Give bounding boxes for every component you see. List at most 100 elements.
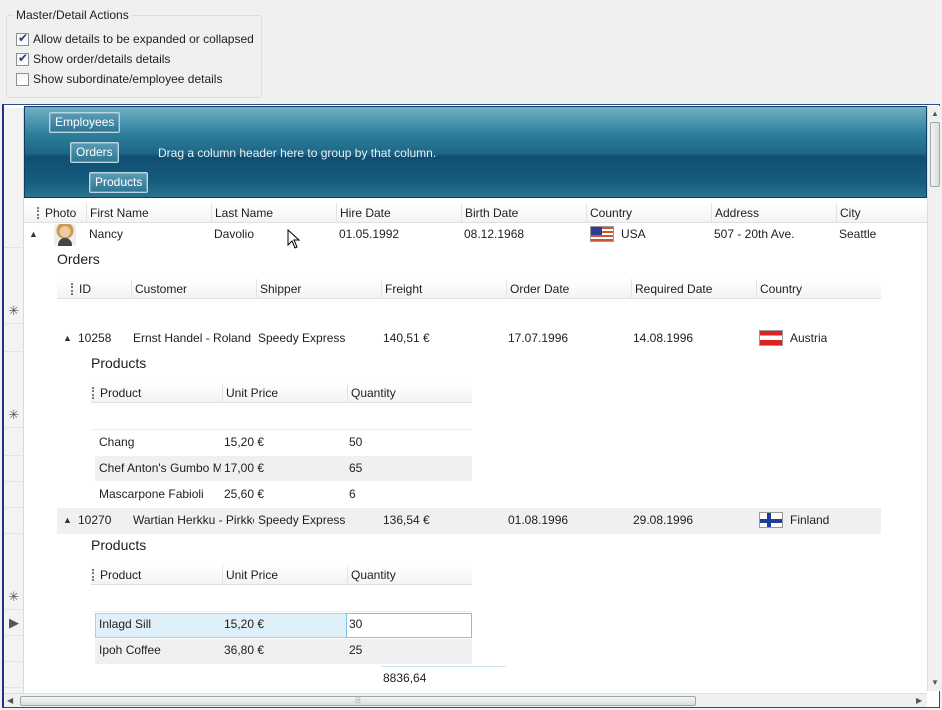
new-row-asterisk-icon[interactable]: ✳ <box>4 584 24 610</box>
show-order-details-checkbox[interactable]: Show order/details details <box>16 51 170 67</box>
employee-city[interactable]: Seattle <box>839 227 876 241</box>
order-required-date[interactable]: 14.08.1996 <box>633 331 693 345</box>
group-title: Master/Detail Actions <box>14 8 131 22</box>
product-name[interactable]: Chang <box>99 435 134 449</box>
collapse-caret-icon[interactable]: ▲ <box>63 515 72 525</box>
column-header-product[interactable]: Product <box>97 565 222 585</box>
column-grip-icon[interactable] <box>37 207 39 219</box>
column-header-product[interactable]: Product <box>97 383 222 403</box>
column-grip-icon[interactable] <box>92 569 94 581</box>
product-unit-price[interactable]: 15,20 € <box>224 435 264 449</box>
product-quantity[interactable]: 50 <box>349 435 362 449</box>
scroll-right-arrow-icon[interactable]: ▶ <box>916 696 922 705</box>
order-date[interactable]: 17.07.1996 <box>508 331 568 345</box>
collapse-caret-icon[interactable]: ▲ <box>29 229 38 239</box>
row-header[interactable] <box>4 430 24 456</box>
scroll-left-arrow-icon[interactable]: ◀ <box>7 696 13 705</box>
allow-expand-checkbox[interactable]: Allow details to be expanded or collapse… <box>16 31 254 47</box>
column-header-required-date[interactable]: Required Date <box>631 279 756 299</box>
employee-birth-date[interactable]: 08.12.1968 <box>464 227 524 241</box>
group-level-employees[interactable]: Employees <box>49 112 121 133</box>
row-header[interactable] <box>4 456 24 482</box>
column-header-freight[interactable]: Freight <box>381 279 506 299</box>
column-header-address[interactable]: Address <box>711 203 836 223</box>
order-id[interactable]: 10258 <box>78 331 111 345</box>
column-header-country[interactable]: Country <box>756 279 881 299</box>
employee-address[interactable]: 507 - 20th Ave. <box>714 227 795 241</box>
scroll-up-arrow-icon[interactable]: ▲ <box>931 109 939 118</box>
order-freight[interactable]: 136,54 € <box>383 513 430 527</box>
order-id[interactable]: 10270 <box>78 513 111 527</box>
row-header[interactable] <box>4 482 24 508</box>
row-header[interactable] <box>4 508 24 534</box>
product-name[interactable]: Chef Anton's Gumbo M <box>99 461 221 475</box>
column-header-first-name[interactable]: First Name <box>86 203 211 223</box>
new-row-asterisk-icon[interactable]: ✳ <box>4 402 24 428</box>
employee-last-name[interactable]: Davolio <box>214 227 254 241</box>
column-header-shipper[interactable]: Shipper <box>256 279 381 299</box>
order-country[interactable]: Austria <box>790 331 827 345</box>
order-customer[interactable]: Ernst Handel - Roland I <box>133 331 254 345</box>
order-date[interactable]: 01.08.1996 <box>508 513 568 527</box>
column-header-id[interactable]: ID <box>76 279 131 299</box>
employee-country[interactable]: USA <box>621 227 646 241</box>
vertical-scroll-thumb[interactable] <box>930 122 940 187</box>
scroll-down-arrow-icon[interactable]: ▼ <box>931 678 939 687</box>
order-required-date[interactable]: 29.08.1996 <box>633 513 693 527</box>
checkbox-unchecked-icon[interactable] <box>16 72 29 86</box>
group-by-panel[interactable]: Employees Orders Products Drag a column … <box>24 106 927 198</box>
column-header-birth-date[interactable]: Birth Date <box>461 203 586 223</box>
employee-first-name[interactable]: Nancy <box>89 227 123 241</box>
vertical-scrollbar[interactable]: ▲ ▼ <box>927 106 940 691</box>
product-unit-price[interactable]: 25,60 € <box>224 487 264 501</box>
checkbox-checked-icon[interactable] <box>16 51 29 66</box>
product-quantity[interactable]: 6 <box>349 487 356 501</box>
order-shipper[interactable]: Speedy Express <box>258 331 345 345</box>
row-header[interactable] <box>4 636 24 662</box>
column-header-unit-price[interactable]: Unit Price <box>222 383 347 403</box>
column-header-order-date[interactable]: Order Date <box>506 279 631 299</box>
product-unit-price[interactable]: 36,80 € <box>224 643 264 657</box>
show-subordinate-checkbox[interactable]: Show subordinate/employee details <box>16 71 222 87</box>
product-name[interactable]: Mascarpone Fabioli <box>99 487 204 501</box>
column-header-country[interactable]: Country <box>586 203 711 223</box>
row-header[interactable] <box>4 662 24 688</box>
product-quantity[interactable]: 65 <box>349 461 362 475</box>
group-level-products[interactable]: Products <box>89 172 149 193</box>
column-header-hire-date[interactable]: Hire Date <box>336 203 461 223</box>
row-header[interactable] <box>4 222 24 248</box>
employee-photo <box>54 224 76 246</box>
product-quantity[interactable]: 25 <box>349 643 362 657</box>
new-row-asterisk-icon[interactable]: ✳ <box>4 298 24 324</box>
collapse-caret-icon[interactable]: ▲ <box>63 333 72 343</box>
column-header-photo[interactable]: Photo <box>42 203 86 223</box>
product-name[interactable]: Inlagd Sill <box>99 617 151 631</box>
product-unit-price[interactable]: 15,20 € <box>224 617 264 631</box>
horizontal-scrollbar[interactable]: ◀ ⦙⦙⦙ ▶ <box>4 693 927 707</box>
products-new-row[interactable] <box>91 586 472 612</box>
column-header-quantity[interactable]: Quantity <box>347 383 472 403</box>
horizontal-scroll-thumb[interactable]: ⦙⦙⦙ <box>20 696 696 706</box>
column-grip-icon[interactable] <box>92 387 94 399</box>
column-header-unit-price[interactable]: Unit Price <box>222 565 347 585</box>
column-header-city[interactable]: City <box>836 203 927 223</box>
column-header-last-name[interactable]: Last Name <box>211 203 336 223</box>
product-name[interactable]: Ipoh Coffee <box>99 643 161 657</box>
checkbox-checked-icon[interactable] <box>16 31 29 46</box>
current-row-triangle-icon[interactable]: ▶ <box>4 610 24 636</box>
group-level-orders[interactable]: Orders <box>70 142 119 163</box>
employee-hire-date[interactable]: 01.05.1992 <box>339 227 399 241</box>
order-country[interactable]: Finland <box>790 513 829 527</box>
product-unit-price[interactable]: 17,00 € <box>224 461 264 475</box>
column-grip-icon[interactable] <box>71 283 73 295</box>
finland-flag-icon <box>759 512 783 528</box>
products-new-row[interactable] <box>91 404 472 430</box>
order-freight[interactable]: 140,51 € <box>383 331 430 345</box>
order-shipper[interactable]: Speedy Express <box>258 513 345 527</box>
product-quantity[interactable]: 30 <box>349 617 362 631</box>
column-header-quantity[interactable]: Quantity <box>347 565 472 585</box>
order-customer[interactable]: Wartian Herkku - Pirkko <box>133 513 254 527</box>
products-header-row: Product Unit Price Quantity <box>91 565 472 585</box>
column-header-customer[interactable]: Customer <box>131 279 256 299</box>
row-header[interactable] <box>4 326 24 352</box>
